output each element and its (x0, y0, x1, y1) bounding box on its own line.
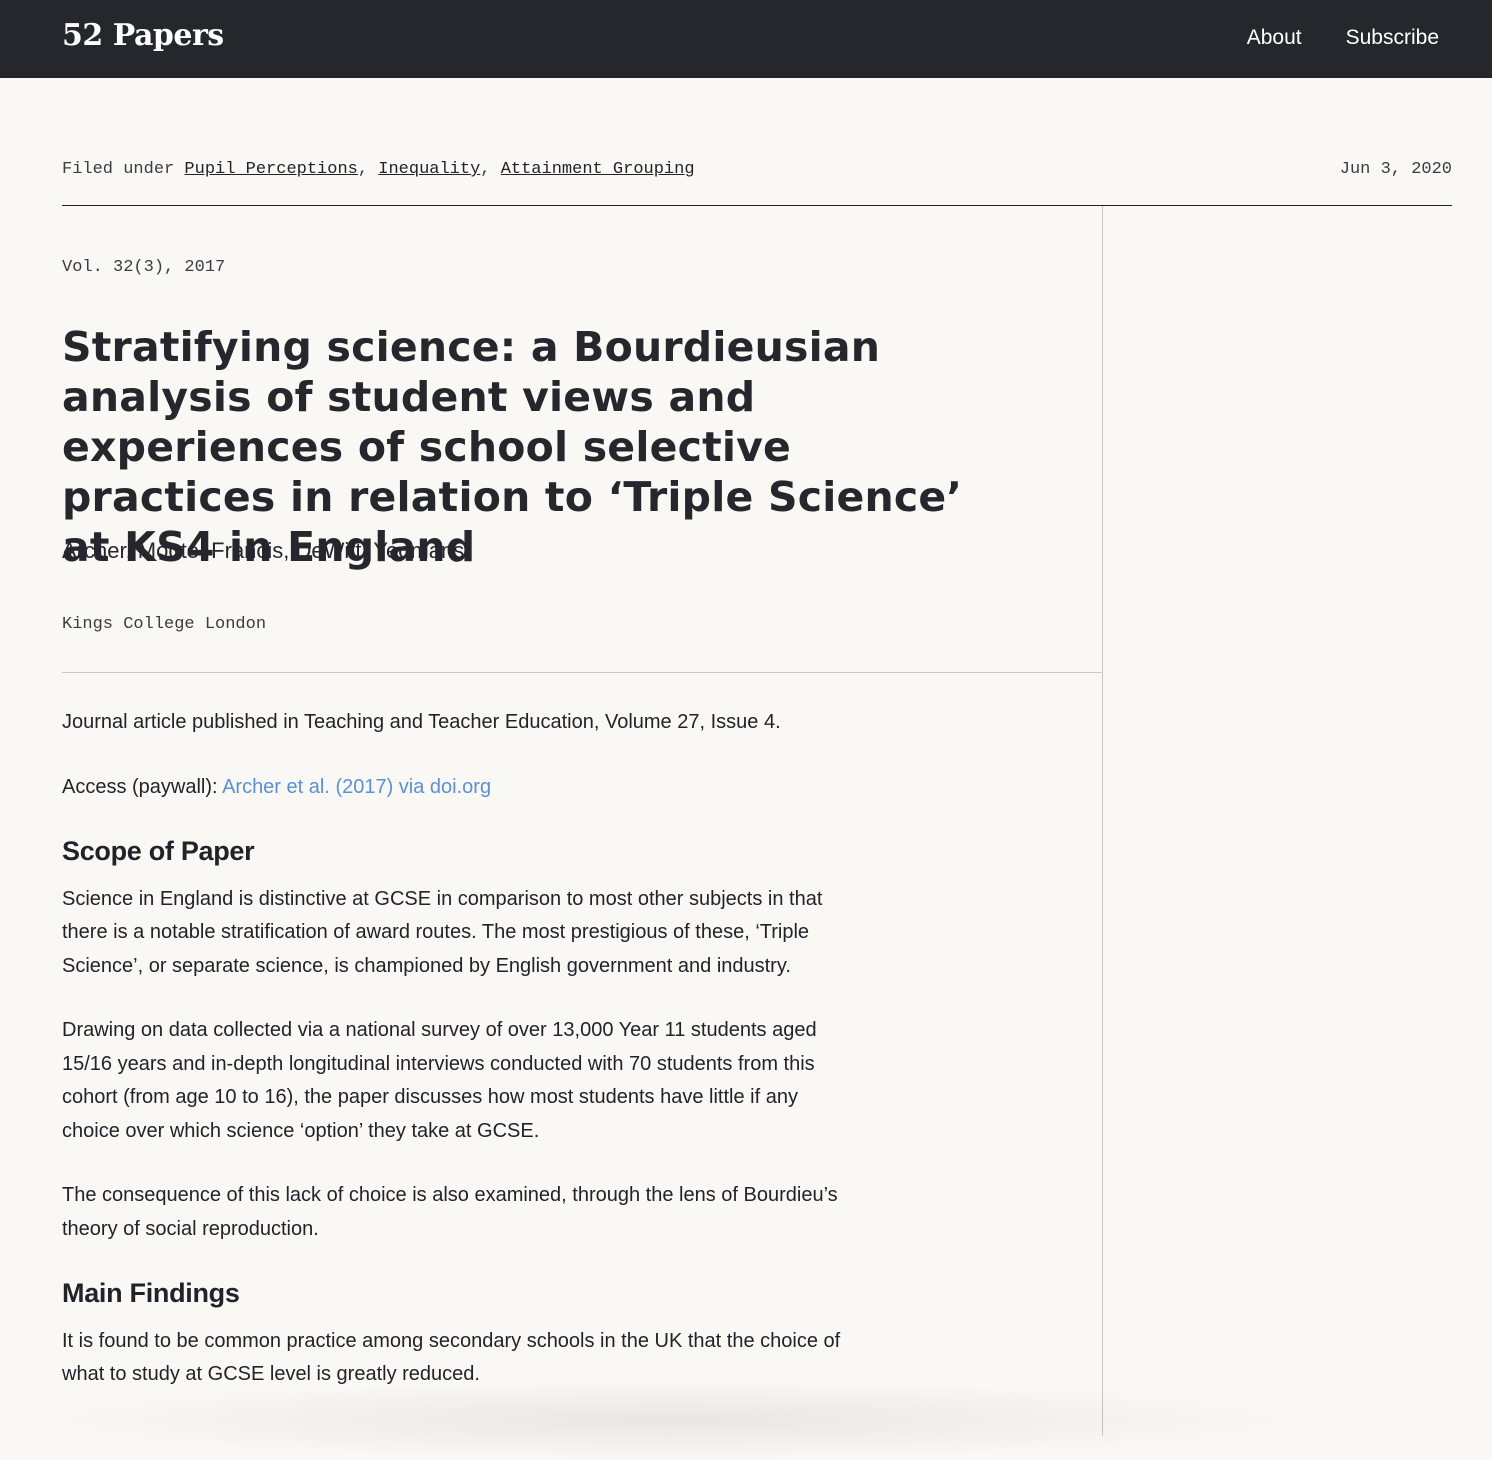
tag-link-inequality[interactable]: Inequality (378, 160, 480, 179)
nav-subscribe-link[interactable]: Subscribe (1346, 26, 1439, 50)
tag-link-attainment-grouping[interactable]: Attainment Grouping (501, 160, 695, 179)
nav-about-link[interactable]: About (1247, 26, 1302, 50)
sidebar-divider (1102, 206, 1103, 1436)
tag-separator: , (480, 160, 501, 179)
volume-info: Vol. 32(3), 2017 (62, 258, 226, 277)
access-label: Access (paywall): (62, 775, 223, 798)
paper-authors: Archer, Moote, Francis, DeWitt, Yeomans (62, 538, 465, 563)
paper-title: Stratifying science: a Bourdieusian anal… (62, 323, 963, 571)
scope-paragraph-2: Drawing on data collected via a national… (62, 1019, 817, 1142)
header-divider (62, 205, 1452, 206)
tag-link-pupil-perceptions[interactable]: Pupil Perceptions (184, 160, 357, 179)
scope-paragraph-3: The consequence of this lack of choice i… (62, 1184, 838, 1240)
scope-paragraph-1: Science in England is distinctive at GCS… (62, 887, 823, 977)
doi-link[interactable]: Archer et al. (2017) via doi.org (222, 776, 491, 798)
publication-note: Journal article published in Teaching an… (62, 711, 781, 733)
access-line: Access (paywall): Archer et al. (2017) v… (62, 771, 852, 805)
post-date: Jun 3, 2020 (1339, 160, 1452, 179)
site-logo[interactable]: 52 Papers (62, 18, 224, 53)
filed-under-label: Filed under (62, 160, 185, 179)
content-divider (62, 672, 1102, 673)
top-navigation-bar: 52 Papers About Subscribe (0, 0, 1492, 78)
paper-institution: Kings College London (62, 615, 267, 634)
article-body: Journal article published in Teaching an… (62, 706, 852, 1423)
findings-paragraph-1: It is found to be common practice among … (62, 1329, 841, 1386)
tag-separator: , (357, 160, 379, 179)
scope-heading: Scope of Paper (62, 836, 255, 866)
post-meta: Filed under Pupil Perceptions, Inequalit… (62, 160, 1452, 179)
findings-heading: Main Findings (62, 1278, 240, 1308)
main-nav: About Subscribe (1247, 26, 1439, 50)
